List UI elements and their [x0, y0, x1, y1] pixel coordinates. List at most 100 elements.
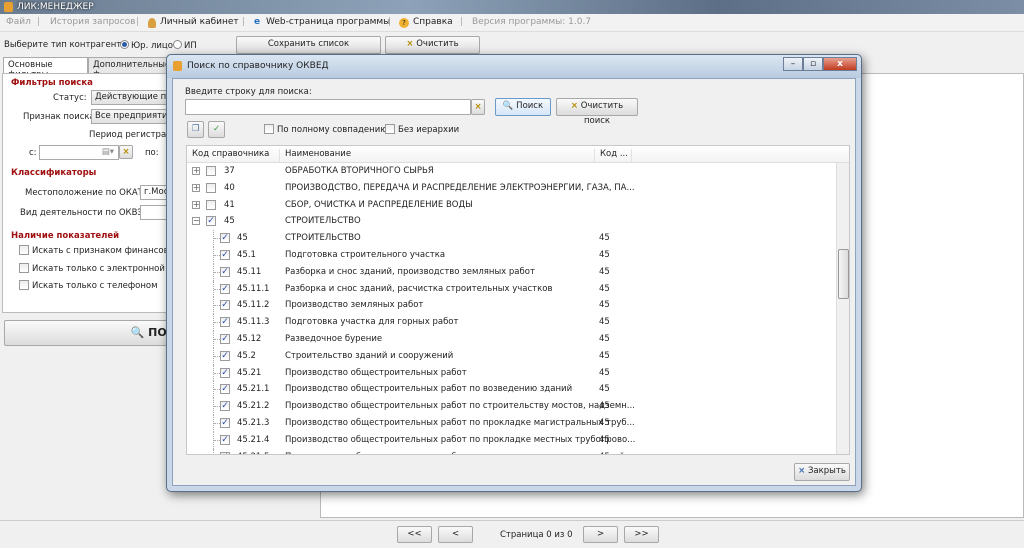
col-parent-code[interactable]: Код ...: [595, 149, 632, 162]
tree-row[interactable]: +41 СБОР, ОЧИСТКА И РАСПРЕДЕЛЕНИЕ ВОДЫ: [187, 197, 837, 214]
row-checkbox[interactable]: ✓: [220, 283, 230, 294]
tree-row[interactable]: ✓ 45.21 Производство общестроительных рабо…: [187, 364, 837, 382]
okved-search-button[interactable]: 🔍 Поиск: [495, 98, 551, 116]
radio-legal-entity[interactable]: Юр. лицо: [120, 40, 173, 51]
search-sign-label: Признак поиска:: [23, 112, 98, 122]
row-name: Разборка и снос зданий, расчистка строит…: [285, 283, 553, 294]
menu-file[interactable]: Файл: [6, 17, 31, 27]
tree-row[interactable]: ✓ 45.11.1 Разборка и снос зданий, расчистк…: [187, 280, 837, 298]
radio-ip[interactable]: ИП: [173, 40, 197, 51]
tree-row[interactable]: +37 ОБРАБОТКА ВТОРИЧНОГО СЫРЬЯ: [187, 163, 837, 180]
collapse-all-icon[interactable]: ❐: [187, 121, 204, 138]
menu-bar: Файл | История запросов | Личный кабинет…: [0, 14, 1024, 32]
exact-match-checkbox[interactable]: По полному совпадению: [264, 124, 387, 135]
row-name: Разведочное бурение: [285, 334, 383, 344]
dialog-title: Поиск по справочнику ОКВЕД: [187, 61, 329, 71]
row-checkbox[interactable]: ✓: [220, 350, 230, 361]
row-checkbox[interactable]: ✓: [206, 216, 216, 227]
menu-help[interactable]: Справка: [413, 17, 453, 27]
no-hierarchy-checkbox[interactable]: Без иерархии: [385, 124, 459, 135]
row-checkbox[interactable]: ✓: [220, 367, 230, 378]
tree-row[interactable]: ✓ 45.1 Подготовка строительного участка 45: [187, 247, 837, 264]
tree-row[interactable]: ✓ 45.21.3 Производство общестроительных ра…: [187, 415, 837, 432]
tab-main-filters[interactable]: Основные фильтры: [3, 57, 88, 80]
col-code[interactable]: Код справочника: [187, 149, 280, 162]
row-checkbox[interactable]: [206, 166, 216, 176]
row-checkbox[interactable]: [206, 199, 216, 210]
check-phone[interactable]: Искать только с телефоном: [19, 280, 158, 291]
search-string-label: Введите строку для поиска:: [185, 87, 312, 97]
row-checkbox[interactable]: ✓: [220, 434, 230, 445]
expand-toggle-icon[interactable]: +: [192, 167, 200, 175]
menu-web-page[interactable]: Web-страница программы: [266, 17, 390, 27]
row-checkbox[interactable]: ✓: [220, 266, 230, 277]
row-name: СТРОИТЕЛЬСТВО: [285, 216, 361, 227]
expand-toggle-icon[interactable]: +: [192, 183, 200, 192]
next-page-button[interactable]: >: [583, 526, 618, 543]
user-icon: [148, 18, 156, 28]
tree-row[interactable]: ✓ 45.21.1 Производство общестроительных ра…: [187, 381, 837, 399]
row-parent-code: 45: [599, 317, 610, 328]
row-checkbox[interactable]: ✓: [220, 334, 230, 344]
tree-row[interactable]: ✓ 45 СТРОИТЕЛЬСТВО 45: [187, 230, 837, 247]
row-checkbox[interactable]: ✓: [220, 300, 230, 311]
row-checkbox[interactable]: ✓: [220, 233, 230, 244]
tree-row[interactable]: ✓ 45.11.2 Производство земляных работ 45: [187, 297, 837, 315]
row-checkbox[interactable]: ✓: [220, 317, 230, 328]
row-checkbox[interactable]: ✓: [220, 250, 230, 260]
check-all-icon[interactable]: ✓: [208, 121, 225, 138]
tree-scrollbar[interactable]: [836, 163, 849, 454]
row-code: 45.21.2: [237, 401, 270, 412]
row-code: 45: [224, 216, 235, 227]
minimize-button[interactable]: –: [783, 57, 803, 71]
expand-toggle-icon[interactable]: +: [192, 200, 200, 209]
row-checkbox[interactable]: ✓: [220, 401, 230, 412]
close-dialog-button[interactable]: × Закрыть: [794, 463, 850, 481]
last-page-button[interactable]: >>: [624, 526, 659, 543]
clear-date-button[interactable]: ×: [119, 145, 133, 159]
first-page-button[interactable]: <<: [397, 526, 432, 543]
app-title-bar: ЛИК:МЕНЕДЖЕР: [0, 0, 1024, 14]
okved-dialog: Поиск по справочнику ОКВЕД – ▫ x Введите…: [166, 54, 862, 492]
row-checkbox[interactable]: [206, 182, 216, 193]
row-checkbox[interactable]: ✓: [220, 384, 230, 395]
app-icon: [4, 2, 13, 12]
ie-icon: e: [254, 17, 261, 27]
save-list-button[interactable]: Сохранить список контрагентов: [236, 36, 381, 64]
row-code: 45.21.3: [237, 418, 270, 428]
tree-row[interactable]: ✓ 45.21.5 Производство общестроительных ра…: [187, 448, 837, 454]
expand-toggle-icon[interactable]: −: [192, 217, 200, 226]
window-close-button[interactable]: x: [823, 57, 857, 71]
menu-history[interactable]: История запросов: [50, 17, 135, 27]
tree-row[interactable]: +40 ПРОИЗВОДСТВО, ПЕРЕДАЧА И РАСПРЕДЕЛЕНИ…: [187, 180, 837, 197]
col-name[interactable]: Наименование: [280, 149, 595, 162]
row-name: Производство общестроительных работ по с…: [285, 401, 635, 412]
okved-search-input[interactable]: [185, 99, 471, 115]
clear-filters-button[interactable]: × Очистить фильтры: [385, 36, 480, 64]
row-name: Строительство зданий и сооружений: [285, 350, 454, 361]
scrollbar-thumb[interactable]: [838, 249, 849, 299]
row-parent-code: 45: [599, 266, 610, 277]
row-name: Производство общестроительных работ по п…: [285, 418, 635, 428]
maximize-button[interactable]: ▫: [803, 57, 823, 71]
tab-additional-filters[interactable]: Дополнительные ф: [88, 57, 178, 80]
page-status: Страница 0 из 0: [500, 530, 573, 540]
tree-row[interactable]: ✓ 45.2 Строительство зданий и сооружений 45: [187, 347, 837, 365]
row-checkbox[interactable]: ✓: [220, 451, 230, 454]
tree-row[interactable]: ✓ 45.11.3 Подготовка участка для горных ра…: [187, 314, 837, 331]
row-parent-code: 45: [599, 283, 610, 294]
tree-row[interactable]: ✓ 45.21.4 Производство общестроительных ра…: [187, 431, 837, 449]
clear-input-button[interactable]: ×: [471, 99, 485, 115]
row-checkbox[interactable]: ✓: [220, 418, 230, 428]
tree-row[interactable]: − ✓ 45 СТРОИТЕЛЬСТВО: [187, 213, 837, 230]
tree-row[interactable]: ✓ 45.11 Разборка и снос зданий, производст…: [187, 263, 837, 281]
tree-row[interactable]: ✓ 45.21.2 Производство общестроительных ра…: [187, 398, 837, 415]
row-parent-code: 45: [599, 401, 610, 412]
row-code: 45.21.5: [237, 452, 269, 454]
clear-search-button[interactable]: × Очистить поиск: [556, 98, 638, 126]
date-from-input[interactable]: ▤▾: [39, 145, 119, 160]
tree-row[interactable]: ✓ 45.12 Разведочное бурение 45: [187, 331, 837, 348]
row-parent-code: 45: [599, 367, 610, 378]
prev-page-button[interactable]: <: [438, 526, 473, 543]
menu-account[interactable]: Личный кабинет: [160, 17, 239, 27]
